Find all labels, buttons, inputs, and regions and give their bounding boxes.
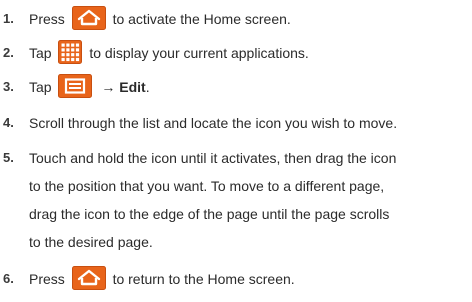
step-text-line: drag the icon to the edge of the page un… [29,206,390,222]
step-text-before: Press [29,271,65,287]
step-text-before: Tap [29,79,52,95]
step-number: 2. [3,45,14,60]
arrow-icon: → [101,79,116,95]
step-number: 6. [3,271,14,286]
step-number: 4. [3,115,14,130]
step-text: Scroll through the list and locate the i… [29,115,398,131]
step-text-line: to the desired page. [29,234,153,250]
step-text-before: Press [29,11,65,27]
step-text-before: Tap [29,45,52,61]
step-text-after: to return to the Home screen. [112,271,295,287]
step-period: . [145,79,150,95]
step-text-line: to the position that you want. To move t… [29,178,385,194]
step-text-after: to activate the Home screen. [112,11,291,27]
step-number: 5. [3,150,14,165]
edit-label: Edit [119,79,146,95]
home-key-icon [71,266,106,291]
apps-grid-icon [58,40,83,65]
step-text-line: Touch and hold the icon until it activat… [29,150,397,166]
step-number: 1. [3,11,14,26]
menu-key-icon [58,74,93,99]
step-number: 3. [3,79,14,94]
home-key-icon [71,6,106,31]
step-text-after: to display your current applications. [89,45,309,61]
